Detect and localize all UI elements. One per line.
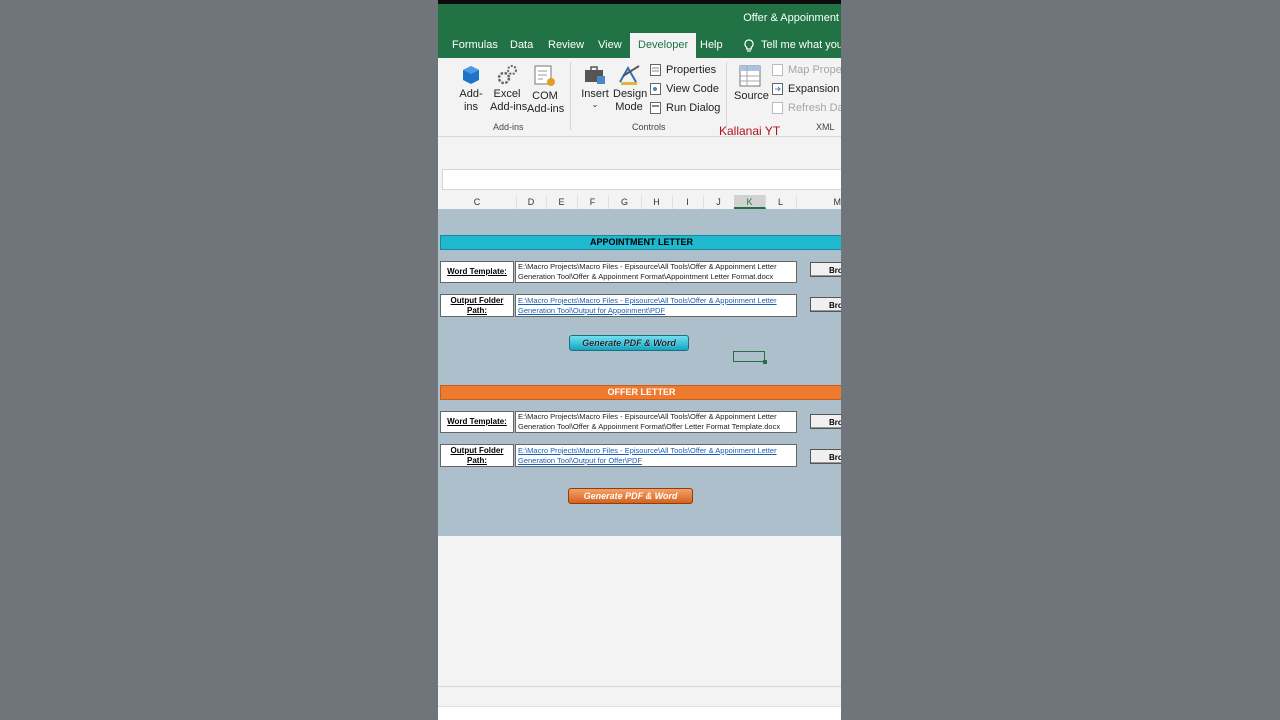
run-dialog-label: Run Dialog xyxy=(666,102,721,114)
column-header-l[interactable]: L xyxy=(765,195,797,209)
appointment-word-template-field[interactable]: E:\Macro Projects\Macro Files - Episourc… xyxy=(515,261,797,283)
refresh-data-icon xyxy=(772,102,783,114)
window-title: Offer & Appoinment xyxy=(743,12,839,24)
title-bar: Offer & Appoinment xyxy=(438,0,841,33)
refresh-data-label: Refresh Data xyxy=(788,102,841,114)
ribbon: Add- ins Excel Add-ins COM Add-ins Add-i… xyxy=(438,58,841,138)
status-bar xyxy=(438,706,841,720)
properties-icon xyxy=(650,64,661,76)
source-icon xyxy=(739,65,761,87)
column-header-i[interactable]: I xyxy=(672,195,704,209)
offer-output-folder-label: Output Folder Path: xyxy=(440,444,514,467)
offer-output-folder-field[interactable]: E:\Macro Projects\Macro Files - Episourc… xyxy=(515,444,797,467)
excel-window: Offer & Appoinment Formulas Data Review … xyxy=(438,0,841,720)
offer-folder-browse-button[interactable]: Bro xyxy=(810,449,841,464)
appointment-banner: APPOINTMENT LETTER xyxy=(440,235,841,250)
design-mode-icon xyxy=(619,65,640,85)
map-properties-icon xyxy=(772,64,783,76)
tab-formulas[interactable]: Formulas xyxy=(452,33,498,58)
map-properties-label: Map Propert xyxy=(788,64,841,76)
view-code-label: View Code xyxy=(666,83,719,95)
worksheet[interactable]: APPOINTMENT LETTER Word Template: E:\Mac… xyxy=(438,209,841,536)
ribbon-tabs: Formulas Data Review View Developer Help… xyxy=(438,33,841,58)
com-addins-label: COM Add-ins xyxy=(527,90,565,115)
expansion-packs-button[interactable]: Expansion Pa xyxy=(772,83,841,95)
offer-word-template-field[interactable]: E:\Macro Projects\Macro Files - Episourc… xyxy=(515,411,797,433)
properties-button[interactable]: Properties xyxy=(650,64,716,76)
column-header: C D E F G H I J K L M xyxy=(438,195,841,210)
appointment-template-browse-button[interactable]: Bro xyxy=(810,262,841,277)
source-label: Source xyxy=(734,90,769,102)
chevron-down-icon: ⌄ xyxy=(591,100,599,109)
com-addins-button[interactable]: COM Add-ins xyxy=(527,64,565,116)
channel-watermark: Kallanai YT xyxy=(719,124,781,138)
column-header-j[interactable]: J xyxy=(703,195,735,209)
addins-label: Add- ins xyxy=(459,88,483,113)
group-separator xyxy=(570,62,571,130)
column-header-f[interactable]: F xyxy=(577,195,609,209)
lightbulb-icon xyxy=(744,38,754,52)
design-mode-button[interactable]: Design Mode xyxy=(613,64,648,114)
tab-developer[interactable]: Developer xyxy=(630,33,697,58)
run-dialog-icon xyxy=(650,102,661,114)
view-code-icon xyxy=(650,83,661,95)
appointment-folder-browse-button[interactable]: Bro xyxy=(810,297,841,312)
offer-word-template-label: Word Template: xyxy=(440,411,514,433)
tab-view[interactable]: View xyxy=(598,33,622,58)
tab-help[interactable]: Help xyxy=(700,33,723,58)
appointment-generate-button[interactable]: Generate PDF & Word xyxy=(569,335,689,351)
excel-addins-button[interactable]: Excel Add-ins xyxy=(490,64,528,114)
excel-addins-icon xyxy=(497,65,517,85)
tell-me-label: Tell me what you xyxy=(761,39,841,51)
map-properties-button[interactable]: Map Propert xyxy=(772,64,841,76)
addins-button[interactable]: Add- ins xyxy=(457,64,485,114)
expansion-packs-label: Expansion Pa xyxy=(788,83,841,95)
tab-data[interactable]: Data xyxy=(510,33,533,58)
formula-bar[interactable] xyxy=(442,169,841,190)
com-addins-icon xyxy=(534,65,555,86)
view-code-button[interactable]: View Code xyxy=(650,83,719,95)
column-header-d[interactable]: D xyxy=(516,195,547,209)
active-cell[interactable] xyxy=(733,351,767,364)
column-header-h[interactable]: H xyxy=(641,195,673,209)
appointment-output-folder-label: Output Folder Path: xyxy=(440,294,514,317)
column-header-e[interactable]: E xyxy=(546,195,578,209)
tab-review[interactable]: Review xyxy=(548,33,584,58)
properties-label: Properties xyxy=(666,64,717,76)
source-button[interactable]: Source xyxy=(734,64,769,103)
refresh-data-button[interactable]: Refresh Data xyxy=(772,102,841,114)
xml-group-label: XML xyxy=(816,122,835,132)
controls-group-label: Controls xyxy=(632,122,666,132)
addins-group-label: Add-ins xyxy=(493,122,524,132)
horizontal-scrollbar[interactable] xyxy=(438,686,841,707)
run-dialog-button[interactable]: Run Dialog xyxy=(650,102,720,114)
insert-icon xyxy=(585,66,605,84)
tell-me-search[interactable]: Tell me what you xyxy=(743,33,841,58)
column-header-c[interactable]: C xyxy=(438,195,517,209)
insert-button[interactable]: Insert ⌄ xyxy=(581,64,609,109)
offer-template-browse-button[interactable]: Bro xyxy=(810,414,841,429)
insert-label: Insert xyxy=(581,88,609,100)
offer-generate-button[interactable]: Generate PDF & Word xyxy=(568,488,693,504)
excel-addins-label: Excel Add-ins xyxy=(490,88,528,113)
appointment-word-template-label: Word Template: xyxy=(440,261,514,283)
appointment-output-folder-field[interactable]: E:\Macro Projects\Macro Files - Episourc… xyxy=(515,294,797,317)
empty-sheet-area xyxy=(438,536,841,686)
expansion-packs-icon xyxy=(772,83,783,95)
column-header-m[interactable]: M xyxy=(796,195,842,209)
design-mode-label: Design Mode xyxy=(613,88,648,113)
group-separator xyxy=(726,62,727,130)
addins-icon xyxy=(463,66,479,84)
column-header-g[interactable]: G xyxy=(608,195,642,209)
offer-banner: OFFER LETTER xyxy=(440,385,841,400)
column-header-k[interactable]: K xyxy=(734,195,766,209)
